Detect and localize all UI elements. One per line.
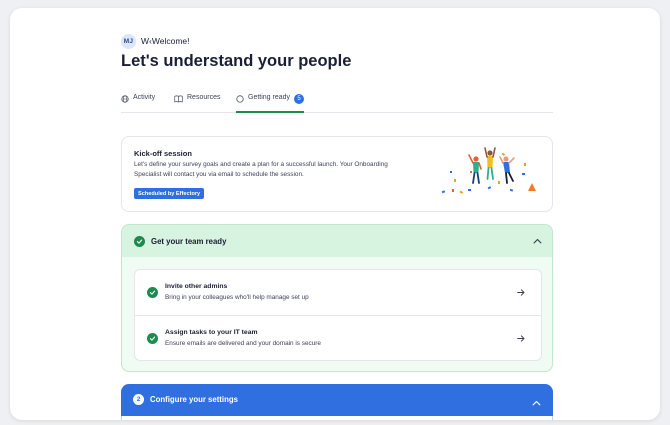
- tab-getting-ready-label: Getting ready: [248, 94, 291, 101]
- configure-settings-section[interactable]: 2 Configure your settings: [121, 384, 553, 420]
- check-circle-icon: [134, 235, 145, 247]
- book-icon: [174, 95, 183, 103]
- arrow-right-icon[interactable]: [517, 335, 525, 342]
- task-description: Ensure emails are delivered and your dom…: [165, 340, 321, 347]
- kickoff-description: Let's define your survey goals and creat…: [134, 161, 388, 178]
- task-title: Invite other admins: [165, 283, 228, 290]
- chevron-up-icon[interactable]: [532, 400, 541, 406]
- globe-icon: [121, 95, 129, 103]
- task-description: Bring in your colleagues who'll help man…: [165, 294, 309, 301]
- scheduled-badge: Scheduled by Effectory: [134, 188, 205, 199]
- check-circle-icon: [147, 333, 158, 344]
- kickoff-card: Kick-off session Let's define your surve…: [121, 136, 553, 212]
- celebrating-people-illustration: [441, 147, 536, 194]
- tab-resources[interactable]: Resources: [174, 94, 220, 113]
- configure-settings-body: [121, 416, 553, 420]
- task-invite-admins[interactable]: Invite other admins Bring in your collea…: [135, 270, 541, 316]
- tab-getting-ready[interactable]: Getting ready 5: [236, 93, 305, 113]
- avatar[interactable]: MJ: [121, 33, 136, 49]
- welcome-row: MJ W‹Welcome!: [121, 33, 190, 49]
- team-ready-header[interactable]: Get your team ready: [122, 225, 552, 257]
- main-card: MJ W‹Welcome! Let's understand your peop…: [10, 8, 660, 420]
- tab-count-badge: 5: [294, 93, 305, 104]
- tab-bar: Activity Resources Getting ready 5: [121, 93, 553, 113]
- team-ready-section: Get your team ready Invite other admins …: [121, 224, 553, 372]
- tab-resources-label: Resources: [187, 94, 221, 101]
- team-ready-title: Get your team ready: [151, 236, 227, 246]
- step-number-badge: 2: [133, 394, 144, 405]
- kickoff-title: Kick-off session: [134, 149, 192, 158]
- tab-activity-label: Activity: [133, 94, 156, 101]
- chevron-up-icon[interactable]: [533, 238, 542, 244]
- task-assign-it[interactable]: Assign tasks to your IT team Ensure emai…: [135, 315, 541, 361]
- task-title: Assign tasks to your IT team: [165, 329, 258, 336]
- circle-icon: [236, 95, 244, 103]
- arrow-right-icon[interactable]: [517, 289, 525, 296]
- task-list: Invite other admins Bring in your collea…: [134, 269, 542, 361]
- configure-settings-title: Configure your settings: [150, 395, 238, 404]
- check-circle-icon: [147, 287, 158, 298]
- page-title: Let's understand your people: [121, 52, 352, 70]
- welcome-text: W‹Welcome!: [141, 36, 190, 46]
- tab-activity[interactable]: Activity: [121, 94, 155, 113]
